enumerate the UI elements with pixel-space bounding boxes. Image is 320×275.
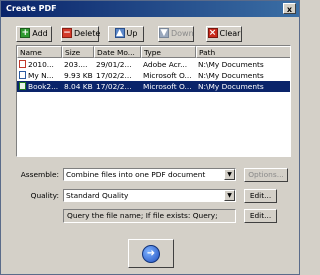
cell-name: 2010... (17, 59, 62, 70)
word-file-icon (19, 71, 26, 79)
column-header-size[interactable]: Size (62, 46, 94, 58)
cell-name: Book2... (17, 81, 62, 92)
quality-value: Standard Quality (66, 191, 129, 200)
pdf-file-icon (19, 60, 26, 68)
create-pdf-dialog: Create PDF x + Add − Delete ▲ Up ▼ Down × Cle… (0, 0, 300, 275)
list-header: Name Size Date Mo... Type Path (17, 46, 290, 58)
cell-size: 203.... (64, 60, 88, 69)
column-header-date[interactable]: Date Mo... (94, 46, 141, 58)
window-title: Create PDF (6, 4, 57, 13)
column-header-type[interactable]: Type (141, 46, 196, 58)
excel-file-icon (19, 82, 26, 90)
add-label: Add (32, 29, 48, 38)
cell-date: 17/02/2... (96, 82, 132, 91)
naming-info: Query the file name; If file exists: Que… (63, 209, 236, 223)
assemble-value: Combine files into one PDF document (66, 170, 206, 179)
up-label: Up (126, 29, 138, 38)
close-button[interactable]: x (283, 3, 296, 14)
file-name: Book2... (28, 82, 59, 91)
chevron-down-icon[interactable]: ▼ (224, 169, 235, 180)
title-bar: Create PDF x (1, 1, 299, 17)
file-list[interactable]: Name Size Date Mo... Type Path 2010... 2… (16, 45, 291, 157)
table-row-selected[interactable]: Book2... 8.04 KB 17/02/2... Microsoft O.… (17, 81, 290, 92)
cell-size: 8.04 KB (64, 82, 93, 91)
cell-date: 29/01/2... (96, 60, 132, 69)
delete-label: Delete (74, 29, 101, 38)
convert-button[interactable]: ➜ (128, 239, 174, 268)
arrow-up-icon: ▲ (114, 27, 125, 38)
table-row[interactable]: My N... 9.93 KB 17/02/2... Microsoft O..… (17, 70, 290, 81)
arrow-down-icon: ▼ (159, 27, 169, 38)
cell-path: N:\My Documents (198, 60, 264, 69)
cell-type: Microsoft O... (143, 71, 192, 80)
chevron-down-icon[interactable]: ▼ (224, 190, 235, 201)
quality-edit-button[interactable]: Edit... (244, 189, 277, 203)
column-header-path[interactable]: Path (196, 46, 290, 58)
quality-select[interactable]: Standard Quality ▼ (63, 189, 236, 202)
assemble-label: Assemble: (20, 170, 59, 179)
assemble-select[interactable]: Combine files into one PDF document ▼ (63, 168, 236, 181)
naming-edit-button[interactable]: Edit... (244, 209, 277, 223)
minus-icon: − (62, 27, 72, 38)
clear-button[interactable]: × Clear (206, 26, 242, 42)
file-name: 2010... (28, 60, 54, 69)
clear-label: Clear (219, 29, 241, 38)
cell-name: My N... (17, 70, 62, 81)
quality-label: Quality: (30, 191, 59, 200)
file-name: My N... (28, 71, 54, 80)
cell-type: Microsoft O... (143, 82, 192, 91)
convert-glyph: ➜ (146, 248, 156, 259)
cell-date: 17/02/2... (96, 71, 132, 80)
down-button[interactable]: ▼ Down (158, 26, 194, 42)
delete-button[interactable]: − Delete (61, 26, 101, 42)
clear-icon: × (207, 27, 218, 38)
plus-icon: + (20, 27, 31, 38)
up-button[interactable]: ▲ Up (108, 26, 144, 42)
options-button[interactable]: Options... (244, 168, 288, 182)
cell-path: N:\My Documents (198, 82, 264, 91)
table-row[interactable]: 2010... 203.... 29/01/2... Adobe Acr... … (17, 59, 290, 70)
cell-type: Adobe Acr... (143, 60, 188, 69)
convert-arrow-icon: ➜ (142, 245, 160, 263)
column-header-name[interactable]: Name (17, 46, 62, 58)
cell-size: 9.93 KB (64, 71, 93, 80)
down-label: Down (171, 29, 194, 38)
cell-path: N:\My Documents (198, 71, 264, 80)
add-button[interactable]: + Add (16, 26, 52, 42)
